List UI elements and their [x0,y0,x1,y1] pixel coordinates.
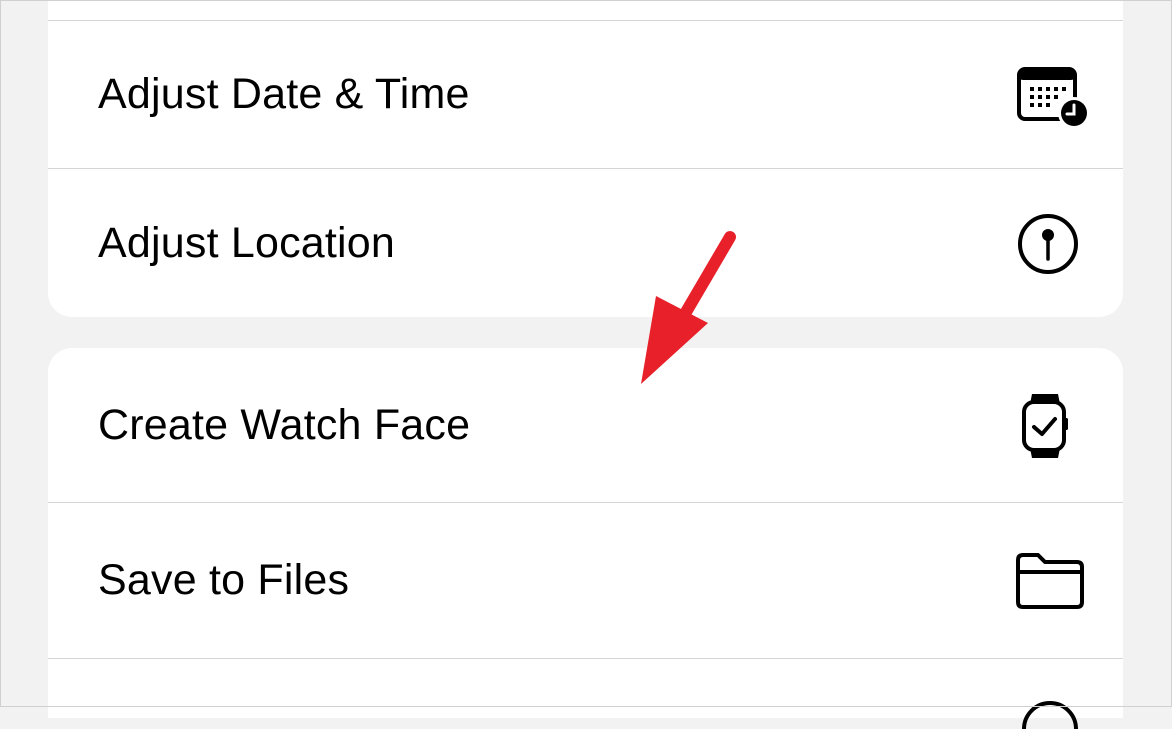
menu-item-label: Create Watch Face [98,400,471,449]
action-group-bottom: Create Watch Face Save to Files [48,348,1123,729]
menu-item-adjust-date-time[interactable]: Adjust Date & Time [48,21,1123,168]
menu-item-adjust-location[interactable]: Adjust Location [48,169,1123,317]
menu-item-save-to-files[interactable]: Save to Files [48,503,1123,658]
menu-item-label: Adjust Location [98,218,396,267]
partial-icon [1022,701,1078,729]
menu-item-create-watch-face[interactable]: Create Watch Face [48,348,1123,502]
menu-item-label: Save to Files [98,556,350,604]
location-pin-icon [1018,214,1078,274]
action-group-top: Adjust Date & Time Adjust Location [48,0,1123,317]
menu-item-label: Adjust Date & Time [98,70,470,118]
menu-item-partial[interactable] [48,659,1123,729]
folder-icon [1016,553,1084,609]
watch-icon [1022,394,1068,458]
calendar-clock-icon [1017,67,1090,129]
